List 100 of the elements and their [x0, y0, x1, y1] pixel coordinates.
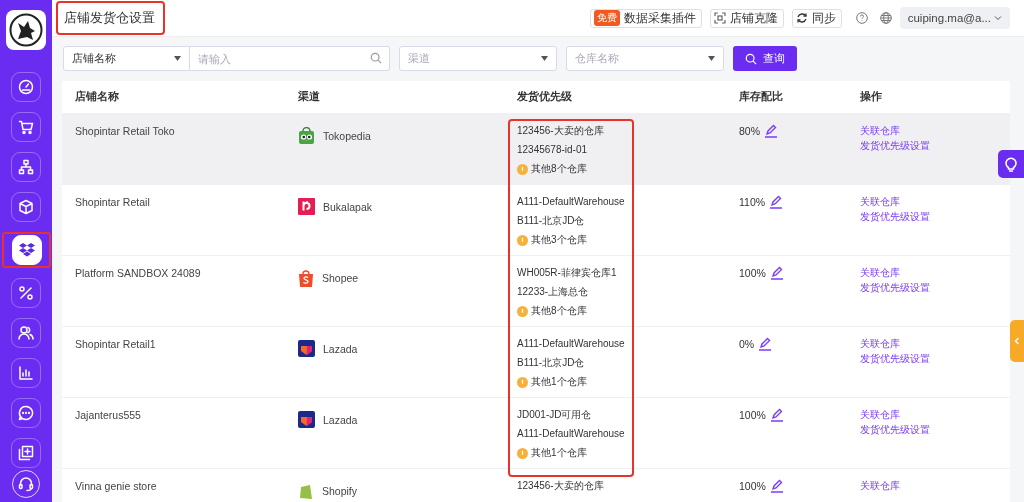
warehouse-name: JD001-JD可用仓 — [517, 408, 593, 422]
warehouse-name: A111-DefaultWarehouse — [517, 337, 626, 351]
column-header: 渠道 — [298, 90, 321, 104]
sidebar-item[interactable] — [11, 438, 41, 468]
sidebar-item[interactable] — [11, 192, 41, 222]
action-link[interactable]: 发货优先级设置 — [860, 139, 930, 153]
action-link[interactable]: 关联仓库 — [860, 337, 900, 351]
store-name: Vinna genie store — [75, 479, 158, 493]
action-link[interactable]: 发货优先级设置 — [860, 281, 930, 295]
action-link[interactable]: 发货优先级设置 — [860, 352, 930, 366]
cart-icon — [18, 119, 34, 135]
ratio-value: 100% — [739, 267, 766, 279]
chevron-down-icon — [994, 15, 1002, 21]
refresh-icon — [795, 12, 808, 24]
caret-icon — [174, 56, 181, 61]
warning-icon — [517, 305, 528, 317]
ratio-value: 100% — [739, 480, 766, 492]
sidebar-item[interactable] — [11, 152, 41, 182]
other-warehouses-count: 其他1个仓库 — [531, 446, 587, 460]
edit-icon[interactable] — [769, 195, 784, 209]
warehouse-name: A111-DefaultWarehouse — [517, 195, 626, 209]
warehouse-name: WH005R-菲律宾仓库1 — [517, 266, 618, 280]
hierarchy-icon — [18, 159, 34, 175]
column-header: 发货优先级 — [517, 90, 573, 104]
edit-icon[interactable] — [769, 408, 784, 422]
channel-name: Tokopedia — [323, 130, 371, 142]
other-warehouses-count: 其他3个仓库 — [531, 233, 587, 247]
add-icon — [18, 445, 34, 461]
warning-icon — [517, 163, 528, 175]
lightbulb-icon[interactable] — [998, 150, 1024, 178]
action-link[interactable]: 发货优先级设置 — [860, 210, 930, 224]
caret-icon — [541, 56, 548, 61]
store-name: Shopintar Retail — [75, 195, 151, 209]
warehouse-name: A111-DefaultWarehouse — [517, 427, 626, 441]
ratio-value: 0% — [739, 338, 755, 350]
search-icon — [745, 52, 757, 65]
edit-icon[interactable] — [758, 337, 773, 351]
sidebar-item[interactable] — [11, 72, 41, 102]
channel-name: Lazada — [323, 342, 358, 355]
action-link[interactable]: 关联仓库 — [860, 266, 900, 280]
channel-logo-icon — [298, 269, 314, 287]
channel-logo-icon — [298, 198, 315, 215]
field-select[interactable]: 店铺名称 — [63, 46, 190, 71]
chat-icon — [18, 405, 34, 421]
search-icon — [370, 52, 382, 64]
channel-logo-icon — [298, 482, 314, 500]
store-name: Jajanterus555 — [75, 408, 142, 422]
sidebar-item[interactable] — [11, 358, 41, 388]
warehouse-name: 12345678-id-01 — [517, 143, 589, 157]
user-menu[interactable]: cuiping.ma@a... — [899, 7, 1010, 29]
action-link[interactable]: 关联仓库 — [860, 479, 900, 493]
other-warehouses-count: 其他8个仓库 — [531, 162, 587, 176]
ratio-value: 80% — [739, 125, 760, 137]
other-warehouses-count: 其他8个仓库 — [531, 304, 587, 318]
clone-button[interactable]: 店铺克隆 — [709, 8, 784, 28]
edit-icon[interactable] — [769, 266, 784, 280]
warehouse-name: 123456-大卖的仓库 — [517, 124, 605, 138]
action-link[interactable]: 发货优先级设置 — [860, 423, 930, 437]
action-link[interactable]: 关联仓库 — [860, 124, 900, 138]
edit-icon[interactable] — [769, 479, 784, 493]
store-name: Platform SANDBOX 24089 — [75, 266, 202, 280]
plugin-button[interactable]: 免费 数据采集插件 — [589, 8, 702, 28]
globe-icon[interactable] — [879, 12, 892, 24]
other-warehouses-count: 其他1个仓库 — [531, 375, 587, 389]
query-button[interactable]: 查询 — [733, 46, 797, 71]
channel-logo-icon — [298, 340, 315, 357]
sidebar-item[interactable] — [11, 318, 41, 348]
sync-button[interactable]: 同步 — [791, 8, 842, 28]
page-title: 店铺发货仓设置 — [56, 1, 165, 35]
warehouse-name: B111-北京JD仓 — [517, 356, 586, 370]
warehouse-name: 12233-上海总仓 — [517, 285, 590, 299]
users-icon — [18, 325, 34, 341]
sidebar-item[interactable] — [11, 112, 41, 142]
channel-name: Bukalapak — [323, 200, 373, 213]
sidebar-item[interactable] — [11, 278, 41, 308]
channel-logo-icon — [298, 411, 315, 428]
action-link[interactable]: 关联仓库 — [860, 195, 900, 209]
chart-icon — [18, 365, 34, 381]
channel-logo-icon — [298, 127, 315, 145]
channel-name: Shopee — [322, 272, 359, 284]
store-name: Shopintar Retail Toko — [75, 124, 176, 138]
column-header: 店铺名称 — [75, 90, 120, 104]
column-header: 库存配比 — [739, 90, 784, 104]
edit-icon[interactable] — [764, 124, 778, 138]
percent-icon — [18, 285, 34, 301]
gauge-icon — [18, 79, 34, 95]
search-field[interactable]: 请输入 — [190, 46, 390, 71]
ratio-value: 110% — [739, 196, 766, 208]
warehouse-name: B111-北京JD仓 — [517, 214, 586, 228]
column-header: 操作 — [860, 90, 883, 104]
help-icon[interactable] — [855, 12, 868, 24]
action-link[interactable]: 关联仓库 — [860, 408, 900, 422]
sidebar-item[interactable] — [11, 235, 42, 265]
warning-icon — [517, 447, 528, 459]
warehouse-name: 123456-大卖的仓库 — [517, 479, 605, 493]
boxes-icon — [17, 241, 36, 259]
store-name: Shopintar Retail1 — [75, 337, 157, 351]
sidebar-item[interactable] — [11, 398, 41, 428]
warning-icon — [517, 234, 528, 246]
ratio-value: 100% — [739, 409, 766, 421]
